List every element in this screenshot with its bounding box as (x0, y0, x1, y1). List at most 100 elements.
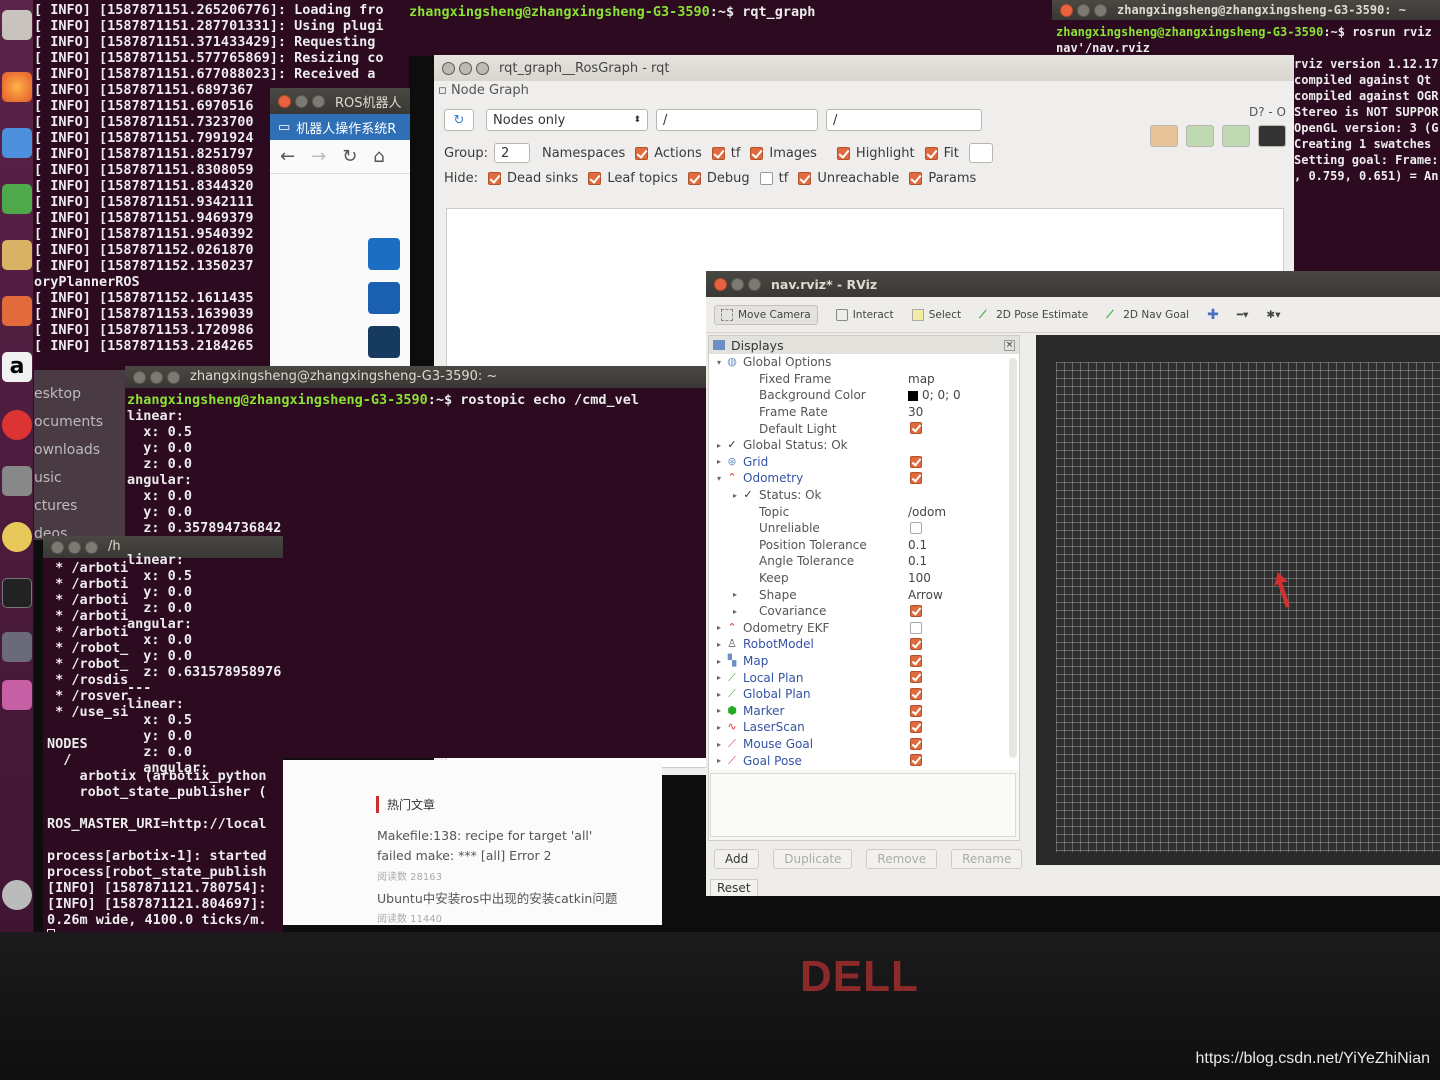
property-value[interactable]: /odom (908, 505, 946, 519)
impress-launcher-icon[interactable] (2, 240, 32, 270)
reset-button[interactable]: Reset (710, 879, 758, 896)
display-tree-row[interactable]: ▸ ⊛ Grid (709, 454, 1009, 471)
plugin-corner-controls[interactable]: D? - O (1249, 105, 1286, 119)
group-spinbox[interactable]: 2 (493, 143, 530, 163)
display-tree-row[interactable]: ▸ ✓ Global Status: Ok (709, 437, 1009, 454)
add-button[interactable]: Add (714, 849, 760, 869)
collapsed-arrow-icon[interactable]: ▸ (729, 607, 741, 616)
close-icon[interactable] (714, 277, 727, 291)
collapsed-arrow-icon[interactable]: ▸ (729, 491, 741, 500)
display-enabled-checkbox[interactable] (910, 638, 922, 651)
topic-filter-input[interactable]: / (826, 109, 982, 131)
display-enabled-checkbox[interactable] (910, 455, 922, 468)
display-tree-row[interactable]: Unreliable (709, 520, 1009, 537)
property-value-cell[interactable]: 30 (908, 405, 923, 419)
firefox-launcher-icon[interactable] (2, 72, 32, 102)
amazon-launcher-icon[interactable]: a (2, 352, 32, 382)
graph-type-dropdown[interactable]: Nodes only ⬍ (486, 109, 648, 131)
expanded-arrow-icon[interactable]: ▾ (713, 358, 725, 367)
property-value[interactable]: 0.1 (908, 554, 927, 568)
collapsed-arrow-icon[interactable]: ▸ (713, 756, 725, 765)
close-panel-icon[interactable]: × (1004, 339, 1015, 351)
display-enabled-checkbox[interactable] (910, 754, 922, 767)
text-editor-launcher-icon[interactable] (2, 466, 32, 496)
display-enabled-checkbox[interactable] (910, 737, 922, 750)
terminal-rqt-graph[interactable]: zhangxingsheng@zhangxingsheng-G3-3590:~$… (409, 0, 1059, 56)
expanded-arrow-icon[interactable]: ▾ (713, 474, 725, 483)
node-filter-input[interactable]: / (656, 109, 818, 131)
browser-window[interactable]: ROS机器人 ▭ 机器人操作系统R ← → ↻ ⌂ (270, 88, 410, 378)
workspace-launcher-icon[interactable] (2, 680, 32, 710)
tf-checkbox[interactable] (750, 146, 764, 160)
terminal-titlebar[interactable]: zhangxingsheng@zhangxingsheng-G3-3590: ~ (1052, 0, 1440, 20)
close-icon[interactable] (1060, 3, 1073, 17)
display-enabled-checkbox[interactable] (910, 688, 922, 700)
display-enabled-checkbox[interactable] (910, 721, 922, 734)
display-enabled-checkbox[interactable] (910, 654, 922, 667)
maximize-icon[interactable] (167, 370, 180, 384)
terminal-launcher-icon[interactable] (2, 578, 32, 608)
display-tree-row[interactable]: ▸ ∿ LaserScan (709, 719, 1009, 736)
files-launcher-icon[interactable] (2, 10, 32, 40)
maximize-icon[interactable] (748, 277, 761, 291)
interact-tool[interactable]: Interact (835, 308, 894, 321)
minimize-icon[interactable] (459, 61, 472, 75)
display-tree-row[interactable]: ▸ ♙ RobotModel (709, 636, 1009, 653)
add-tool-button[interactable]: ✚ (1207, 307, 1219, 323)
highlight-checkbox[interactable] (836, 146, 850, 160)
terminal-titlebar[interactable]: zhangxingsheng@zhangxingsheng-G3-3590: ~ (125, 366, 725, 388)
display-enabled-checkbox[interactable] (910, 422, 922, 435)
property-value[interactable]: 100 (908, 571, 931, 585)
leaf-topics-checkbox[interactable] (588, 172, 602, 185)
browser-titlebar[interactable]: ROS机器人 (270, 88, 410, 114)
minimize-icon[interactable] (731, 277, 744, 291)
select-tool[interactable]: Select (911, 308, 961, 321)
display-enabled-checkbox[interactable] (910, 605, 922, 617)
actions-checkbox[interactable] (711, 146, 725, 160)
display-tree-row[interactable]: ▸ ⌃ Odometry EKF (709, 620, 1009, 637)
app-thumb-icon[interactable] (368, 326, 400, 358)
collapsed-arrow-icon[interactable]: ▸ (713, 457, 725, 466)
property-value-cell[interactable]: 100 (908, 571, 931, 585)
collapsed-arrow-icon[interactable]: ▸ (713, 740, 725, 749)
maximize-icon[interactable] (85, 540, 98, 554)
display-tree-row[interactable]: ▸ ✓ Status: Ok (709, 487, 1009, 504)
load-dot-button[interactable] (1150, 125, 1178, 147)
display-enabled-checkbox[interactable] (910, 704, 922, 717)
display-tree-row[interactable]: ▸ ⟋ Goal Pose (709, 752, 1009, 769)
display-enabled-checkbox[interactable] (910, 472, 922, 485)
collapsed-arrow-icon[interactable]: ▸ (713, 673, 725, 682)
browser-tab[interactable]: ▭ 机器人操作系统R (270, 114, 410, 140)
display-tree-row[interactable]: ▸ ⟋ Global Plan (709, 686, 1009, 703)
sidebar-item[interactable]: ownloads (34, 436, 103, 464)
save-svg-button[interactable] (1222, 125, 1250, 147)
reload-icon[interactable]: ↻ (342, 146, 357, 167)
save-dot-button[interactable] (1186, 125, 1214, 147)
app-thumb-icon[interactable] (368, 238, 400, 270)
maximize-icon[interactable] (1094, 3, 1107, 17)
property-value-cell[interactable]: Arrow (908, 588, 943, 602)
back-icon[interactable]: ← (280, 146, 295, 167)
nav-goal-tool[interactable]: ⟋ 2D Nav Goal (1106, 309, 1189, 321)
duplicate-button[interactable]: Duplicate (773, 849, 853, 869)
property-value[interactable]: 0; 0; 0 (922, 388, 961, 402)
collapsed-arrow-icon[interactable]: ▸ (729, 590, 741, 599)
property-value[interactable]: 30 (908, 405, 923, 419)
app-thumb-icon[interactable] (368, 282, 400, 314)
rename-button[interactable]: Rename (951, 849, 1023, 869)
minimize-icon[interactable] (295, 94, 308, 108)
display-enabled-checkbox[interactable] (910, 671, 922, 684)
display-tree-row[interactable]: Default Light (709, 420, 1009, 437)
collapsed-arrow-icon[interactable]: ▸ (713, 706, 725, 715)
terminal-roslaunch[interactable]: /h * /arboti * /arboti * /arboti * /arbo… (43, 536, 283, 932)
display-tree-row[interactable]: ▸ Shape Arrow (709, 586, 1009, 603)
property-value[interactable]: map (908, 372, 935, 386)
tf-hide-checkbox[interactable] (759, 172, 773, 185)
property-value-cell[interactable]: map (908, 372, 935, 386)
fit-view-button[interactable] (968, 143, 993, 163)
namespaces-checkbox[interactable] (635, 146, 649, 160)
collapsed-arrow-icon[interactable]: ▸ (713, 441, 725, 450)
collapsed-arrow-icon[interactable]: ▸ (713, 640, 725, 649)
save-image-button[interactable] (1258, 125, 1286, 147)
tool-settings-dropdown[interactable]: ✱▾ (1266, 309, 1280, 321)
